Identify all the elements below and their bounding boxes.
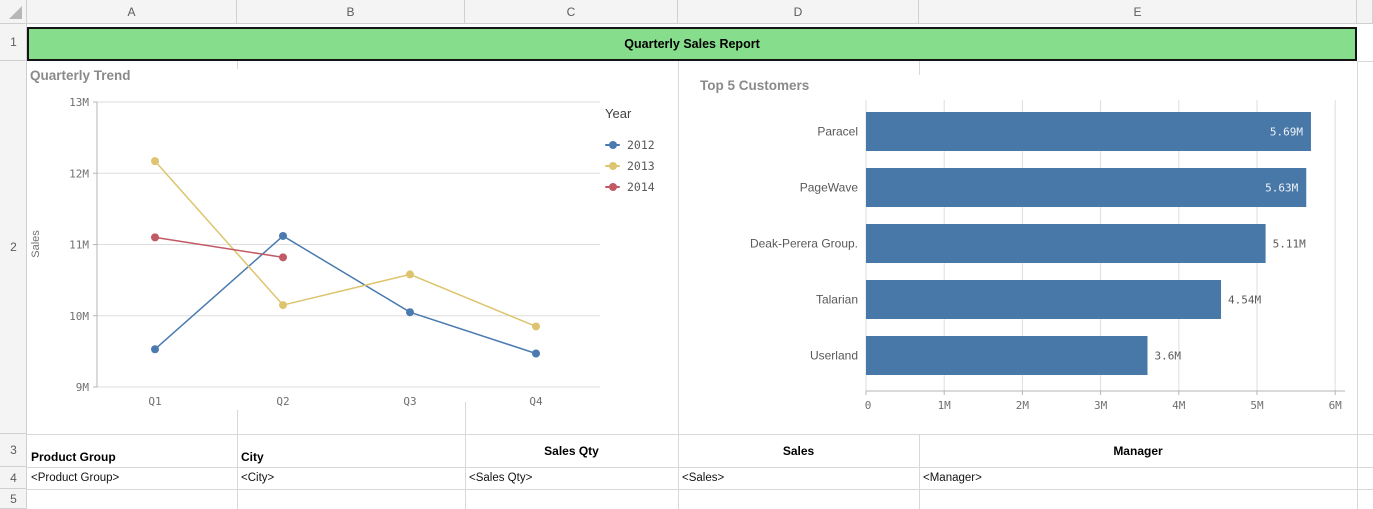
bar-userland[interactable] [866, 336, 1148, 375]
y-axis-tick-label: 11M [69, 239, 89, 252]
legend-item-2014[interactable]: 2014 [605, 176, 655, 197]
data-point-2012[interactable] [406, 308, 414, 316]
x-axis-tick-label: Q2 [276, 395, 289, 408]
bar-value-label: 5.63M [1265, 182, 1298, 195]
data-point-2012[interactable] [532, 350, 540, 358]
table-cell-manager[interactable]: <Manager> [919, 467, 1357, 489]
legend-item-2013[interactable]: 2013 [605, 155, 655, 176]
legend-title: Year [605, 106, 655, 121]
data-point-2014[interactable] [279, 253, 287, 261]
column-header-bar: A B C D E [0, 0, 1373, 24]
series-line-2012 [155, 236, 536, 354]
legend-label: 2014 [627, 180, 655, 194]
data-point-2012[interactable] [279, 232, 287, 240]
column-header-partial[interactable] [1357, 0, 1373, 24]
table-cell-sales-qty[interactable]: <Sales Qty> [465, 467, 678, 489]
x-axis-tick-label: 5M [1250, 399, 1264, 412]
x-axis-tick-label: 6M [1329, 399, 1343, 412]
y-axis-tick-label: 10M [69, 310, 89, 323]
row-header-3[interactable]: 3 [0, 434, 27, 467]
column-header-e[interactable]: E [919, 0, 1357, 24]
spreadsheet: A B C D E 1 2 3 4 5 Quarterly Sales Repo… [0, 0, 1373, 509]
bar-deak-perera-group-[interactable] [866, 224, 1266, 263]
data-point-2013[interactable] [279, 301, 287, 309]
legend-marker-icon [605, 141, 620, 149]
column-header-b[interactable]: B [237, 0, 465, 24]
y-axis-tick-label: 13M [69, 96, 89, 109]
table-header-manager[interactable]: Manager [919, 434, 1357, 467]
table-header-product-group[interactable]: Product Group [27, 434, 237, 467]
y-axis-tick-label: 12M [69, 167, 89, 180]
row-header-4[interactable]: 4 [0, 467, 27, 489]
bar-value-label: 5.69M [1270, 126, 1303, 139]
legend-item-2012[interactable]: 2012 [605, 134, 655, 155]
table-header-sales-qty[interactable]: Sales Qty [465, 434, 678, 467]
x-axis-tick-label: Q4 [529, 395, 543, 408]
bar-value-label: 3.6M [1155, 350, 1182, 363]
table-cell-city[interactable]: <City> [237, 467, 465, 489]
series-line-2013 [155, 161, 536, 326]
bar-category-label: Talarian [816, 293, 858, 307]
line-chart-legend: Year 2012 2013 2014 [605, 106, 655, 197]
x-axis-tick-label: 2M [1016, 399, 1030, 412]
row-header-bar: 1 2 3 4 5 [0, 24, 27, 509]
bar-category-label: PageWave [800, 181, 859, 195]
report-title: Quarterly Sales Report [624, 37, 759, 51]
x-axis-tick-label: Q1 [148, 395, 161, 408]
x-axis-tick-label: 0 [865, 399, 872, 412]
data-point-2012[interactable] [151, 345, 159, 353]
column-header-d[interactable]: D [678, 0, 919, 24]
table-cell-product-group[interactable]: <Product Group> [27, 467, 237, 489]
column-header-a[interactable]: A [27, 0, 237, 24]
data-point-2013[interactable] [151, 157, 159, 165]
y-axis-title: Sales [30, 230, 42, 258]
title-banner-cell[interactable]: Quarterly Sales Report [27, 27, 1357, 61]
data-point-2014[interactable] [151, 233, 159, 241]
row-header-5[interactable]: 5 [0, 489, 27, 509]
bar-category-label: Deak-Perera Group. [750, 237, 858, 251]
x-axis-tick-label: 4M [1172, 399, 1186, 412]
table-header-sales[interactable]: Sales [678, 434, 919, 467]
column-header-c[interactable]: C [465, 0, 678, 24]
legend-marker-icon [605, 162, 620, 170]
select-all-triangle-icon [9, 6, 22, 19]
gridline [27, 489, 1373, 490]
legend-label: 2012 [627, 138, 655, 152]
data-point-2013[interactable] [406, 270, 414, 278]
row-header-2[interactable]: 2 [0, 61, 27, 434]
bar-paracel[interactable] [866, 112, 1311, 151]
x-axis-tick-label: Q3 [403, 395, 416, 408]
legend-label: 2013 [627, 159, 655, 173]
y-axis-tick-label: 9M [76, 381, 90, 394]
row-header-1[interactable]: 1 [0, 24, 27, 61]
select-all-corner[interactable] [0, 0, 27, 24]
x-axis-tick-label: 1M [938, 399, 952, 412]
table-header-city[interactable]: City [237, 434, 465, 467]
series-line-2014 [155, 237, 283, 257]
bar-category-label: Userland [810, 349, 858, 363]
table-cell-sales[interactable]: <Sales> [678, 467, 919, 489]
bar-talarian[interactable] [866, 280, 1221, 319]
data-point-2013[interactable] [532, 322, 540, 330]
bar-category-label: Paracel [817, 125, 858, 139]
x-axis-tick-label: 3M [1094, 399, 1108, 412]
top5-customers-chart[interactable]: 0 1M 2M 3M 4M 5M 6M Paracel 5.69M PageWave 5.63M De… [680, 61, 1373, 434]
quarterly-trend-chart[interactable]: 9M 10M 11M 12M 13M Q1 Q2 Q3 Q4 Sales [27, 61, 677, 434]
bar-pagewave[interactable] [866, 168, 1306, 207]
bar-value-label: 5.11M [1273, 238, 1306, 251]
bar-value-label: 4.54M [1228, 294, 1261, 307]
legend-marker-icon [605, 183, 620, 191]
